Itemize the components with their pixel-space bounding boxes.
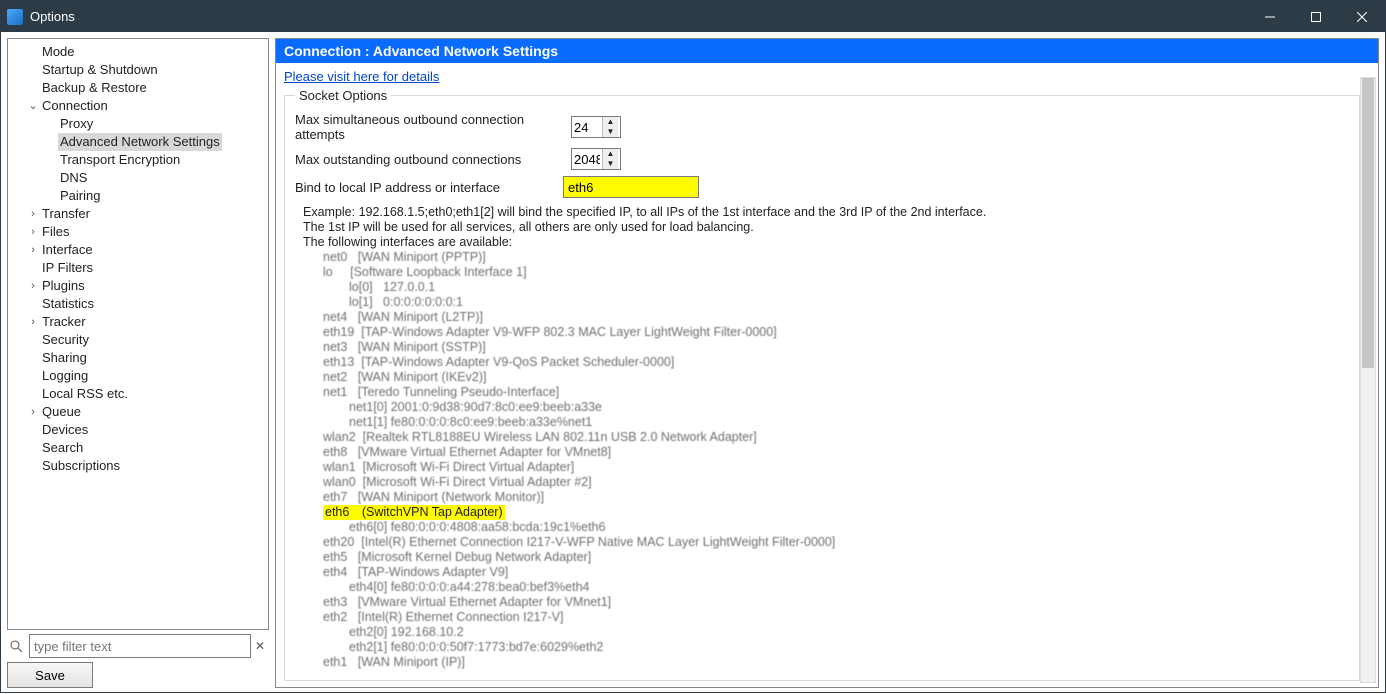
max-sim-spinner[interactable]: ▲▼ bbox=[571, 116, 621, 138]
save-button[interactable]: Save bbox=[7, 662, 93, 688]
spin-down-icon[interactable]: ▼ bbox=[602, 127, 618, 137]
socket-options-group: Socket Options Max simultaneous outbound… bbox=[284, 88, 1360, 681]
search-icon bbox=[7, 637, 25, 655]
tree-item-label: Security bbox=[40, 331, 91, 349]
tree-item-label: Plugins bbox=[40, 277, 87, 295]
socket-options-legend: Socket Options bbox=[295, 88, 391, 103]
spin-up-icon[interactable]: ▲ bbox=[602, 117, 618, 127]
chevron-down-icon[interactable]: ⌄ bbox=[26, 97, 40, 115]
maximize-button[interactable] bbox=[1293, 1, 1339, 32]
tree-item-label: Search bbox=[40, 439, 85, 457]
filter-input[interactable] bbox=[29, 634, 251, 658]
tree-item[interactable]: Statistics bbox=[8, 295, 268, 313]
chevron-right-icon[interactable]: › bbox=[26, 205, 40, 223]
chevron-right-icon[interactable]: › bbox=[26, 241, 40, 259]
max-out-input[interactable] bbox=[572, 149, 602, 169]
tree-item-label: IP Filters bbox=[40, 259, 95, 277]
tree-item[interactable]: ›Transfer bbox=[8, 205, 268, 223]
bind-input[interactable] bbox=[563, 176, 699, 198]
scrollbar-thumb[interactable] bbox=[1362, 78, 1374, 368]
vertical-scrollbar[interactable] bbox=[1360, 77, 1376, 683]
tree-item[interactable]: IP Filters bbox=[8, 259, 268, 277]
window-title: Options bbox=[30, 9, 75, 24]
tree-item[interactable]: Backup & Restore bbox=[8, 79, 268, 97]
tree-item[interactable]: Proxy bbox=[8, 115, 268, 133]
tree-item[interactable]: ⌄Connection bbox=[8, 97, 268, 115]
tree-item[interactable]: Subscriptions bbox=[8, 457, 268, 475]
tree-item-label: Mode bbox=[40, 43, 77, 61]
max-out-spinner[interactable]: ▲▼ bbox=[571, 148, 621, 170]
details-link[interactable]: Please visit here for details bbox=[284, 69, 439, 84]
tree-item[interactable]: ›Files bbox=[8, 223, 268, 241]
tree-item-label: Files bbox=[40, 223, 71, 241]
tree-item-label: Queue bbox=[40, 403, 83, 421]
tree-item[interactable]: ›Tracker bbox=[8, 313, 268, 331]
tree-item[interactable]: ›Queue bbox=[8, 403, 268, 421]
tree-item[interactable]: Pairing bbox=[8, 187, 268, 205]
tree-item[interactable]: Security bbox=[8, 331, 268, 349]
bind-note2-text: The following interfaces are available: bbox=[303, 235, 1349, 250]
page-title: Connection : Advanced Network Settings bbox=[276, 39, 1378, 63]
tree-item-label: DNS bbox=[58, 169, 89, 187]
minimize-button[interactable] bbox=[1247, 1, 1293, 32]
tree-item-label: Startup & Shutdown bbox=[40, 61, 160, 79]
tree-item-label: Pairing bbox=[58, 187, 102, 205]
tree-item-label: Logging bbox=[40, 367, 90, 385]
tree-item-label: Backup & Restore bbox=[40, 79, 149, 97]
spin-up-icon[interactable]: ▲ bbox=[602, 149, 618, 159]
clear-filter-icon[interactable]: ✕ bbox=[255, 639, 269, 653]
interface-list: net0 [WAN Miniport (PPTP)] lo [Software … bbox=[303, 250, 1349, 670]
tree-item[interactable]: Search bbox=[8, 439, 268, 457]
tree-item[interactable]: Mode bbox=[8, 43, 268, 61]
chevron-right-icon[interactable]: › bbox=[26, 277, 40, 295]
tree-item[interactable]: Startup & Shutdown bbox=[8, 61, 268, 79]
tree-item-label: Tracker bbox=[40, 313, 88, 331]
titlebar: Options bbox=[1, 1, 1385, 32]
tree-item-label: Advanced Network Settings bbox=[58, 133, 222, 151]
chevron-right-icon[interactable]: › bbox=[26, 223, 40, 241]
bind-example-text: Example: 192.168.1.5;eth0;eth1[2] will b… bbox=[303, 205, 1349, 220]
max-out-label: Max outstanding outbound connections bbox=[295, 152, 563, 167]
tree-item-label: Subscriptions bbox=[40, 457, 122, 475]
max-sim-label: Max simultaneous outbound connection att… bbox=[295, 112, 563, 142]
tree-item[interactable]: DNS bbox=[8, 169, 268, 187]
tree-item[interactable]: Sharing bbox=[8, 349, 268, 367]
tree-item-label: Devices bbox=[40, 421, 90, 439]
highlighted-interface: eth6 (SwitchVPN Tap Adapter) bbox=[323, 505, 505, 520]
settings-tree[interactable]: ModeStartup & ShutdownBackup & Restore⌄C… bbox=[7, 38, 269, 630]
bind-label: Bind to local IP address or interface bbox=[295, 180, 555, 195]
tree-item[interactable]: Logging bbox=[8, 367, 268, 385]
close-button[interactable] bbox=[1339, 1, 1385, 32]
tree-item-label: Interface bbox=[40, 241, 95, 259]
tree-item[interactable]: ›Interface bbox=[8, 241, 268, 259]
app-icon bbox=[7, 9, 23, 25]
tree-item-label: Sharing bbox=[40, 349, 89, 367]
max-sim-input[interactable] bbox=[572, 117, 602, 137]
tree-item-label: Transport Encryption bbox=[58, 151, 182, 169]
tree-item-label: Connection bbox=[40, 97, 110, 115]
tree-item-label: Transfer bbox=[40, 205, 92, 223]
tree-item[interactable]: Local RSS etc. bbox=[8, 385, 268, 403]
tree-item-label: Local RSS etc. bbox=[40, 385, 130, 403]
chevron-right-icon[interactable]: › bbox=[26, 403, 40, 421]
bind-note1-text: The 1st IP will be used for all services… bbox=[303, 220, 1349, 235]
tree-item[interactable]: Devices bbox=[8, 421, 268, 439]
tree-item[interactable]: ›Plugins bbox=[8, 277, 268, 295]
tree-item[interactable]: Advanced Network Settings bbox=[8, 133, 268, 151]
tree-item-label: Statistics bbox=[40, 295, 96, 313]
chevron-right-icon[interactable]: › bbox=[26, 313, 40, 331]
spin-down-icon[interactable]: ▼ bbox=[602, 159, 618, 169]
tree-item-label: Proxy bbox=[58, 115, 95, 133]
tree-item[interactable]: Transport Encryption bbox=[8, 151, 268, 169]
